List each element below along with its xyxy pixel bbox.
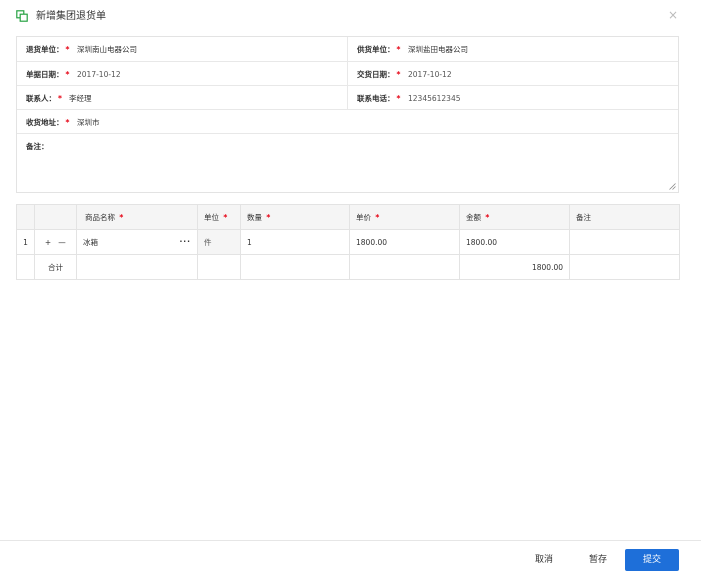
cancel-button[interactable]: 取消 [522,549,566,571]
form-row: 退货单位： * 深圳南山电器公司 供货单位： * 深圳盐田电器公司 [17,37,678,62]
required-mark: * [65,45,70,54]
header-form: 退货单位： * 深圳南山电器公司 供货单位： * 深圳盐田电器公司 单据日期： * 2… [16,36,679,193]
address-field[interactable]: 收货地址： * 深圳市 [17,110,678,133]
contact-field[interactable]: 联系人： * 李经理 [17,86,347,109]
required-mark: * [65,70,70,79]
return-unit-value[interactable]: 深圳南山电器公司 [77,45,137,55]
remark-field: 备注： [17,134,678,192]
unit-cell: 件 [197,229,241,255]
add-row-icon[interactable]: + [41,238,55,247]
total-amount: 1800.00 [459,254,570,280]
index-header [16,204,35,230]
copy-document-icon [16,10,28,22]
delivery-date-label: 交货日期： * [357,70,401,79]
total-qty-cell [240,254,350,280]
qty-cell[interactable]: 1 [240,229,350,255]
submit-button[interactable]: 提交 [625,549,679,571]
required-mark: * [375,212,380,222]
total-index-cell [16,254,35,280]
address-value[interactable]: 深圳市 [77,118,100,128]
remark-textarea[interactable] [77,138,673,182]
grid-header-row: 商品名称 * 单位 * 数量 * 单价 * 金额 * 备注 [16,204,680,230]
form-row: 联系人： * 李经理 联系电话： * 12345612345 [17,86,678,110]
address-label: 收货地址： * [26,118,70,127]
return-unit-label: 退货单位： * [26,45,70,54]
total-unit-cell [197,254,241,280]
supply-unit-value[interactable]: 深圳盐田电器公司 [408,45,468,55]
contact-value[interactable]: 李经理 [69,94,92,104]
required-mark: * [223,212,228,222]
save-draft-button[interactable]: 暂存 [576,549,620,571]
required-mark: * [396,94,401,103]
product-cell[interactable]: 冰箱 ··· [76,229,198,255]
required-mark: * [485,212,490,222]
remark-label: 备注： [26,142,49,151]
required-mark: * [396,45,401,54]
total-product-cell [76,254,198,280]
total-row: 合计 1800.00 [16,254,680,280]
table-row: 1 + — 冰箱 ··· 件 1 1800.00 1800.00 [16,229,680,255]
row-index: 1 [16,229,35,255]
note-header: 备注 [569,204,680,230]
resize-handle-icon[interactable] [669,183,676,190]
required-mark: * [266,212,271,222]
contact-label: 联系人： * [26,94,62,103]
required-mark: * [119,212,124,222]
dialog-footer: 取消 暂存 提交 [0,540,701,578]
total-label: 合计 [34,254,77,280]
amount-header: 金额 * [459,204,570,230]
dialog-header: 新增集团退货单 × [0,0,701,36]
doc-date-label: 单据日期： * [26,70,70,79]
unit-header: 单位 * [197,204,241,230]
supply-unit-field[interactable]: 供货单位： * 深圳盐田电器公司 [347,37,678,61]
required-mark: * [396,70,401,79]
amount-cell[interactable]: 1800.00 [459,229,570,255]
required-mark: * [58,94,62,103]
product-header: 商品名称 * [76,204,198,230]
tools-header [34,204,77,230]
total-note-cell [569,254,680,280]
form-row: 备注： [17,134,678,192]
phone-field[interactable]: 联系电话： * 12345612345 [347,86,678,109]
phone-value[interactable]: 12345612345 [408,94,461,104]
remove-row-icon[interactable]: — [55,238,69,247]
doc-date-value[interactable]: 2017-10-12 [77,70,121,80]
price-cell[interactable]: 1800.00 [349,229,460,255]
total-price-cell [349,254,460,280]
qty-header: 数量 * [240,204,350,230]
form-row: 单据日期： * 2017-10-12 交货日期： * 2017-10-12 [17,62,678,86]
close-icon[interactable]: × [666,8,680,22]
required-mark: * [65,118,70,127]
form-row: 收货地址： * 深圳市 [17,110,678,134]
delivery-date-field[interactable]: 交货日期： * 2017-10-12 [347,62,678,85]
product-grid: 商品名称 * 单位 * 数量 * 单价 * 金额 * 备注 1 + — 冰箱 ··… [16,204,680,280]
product-value: 冰箱 [83,237,98,247]
delivery-date-value[interactable]: 2017-10-12 [408,70,452,80]
phone-label: 联系电话： * [357,94,401,103]
more-options-icon[interactable]: ··· [179,237,191,246]
row-tools: + — [34,229,77,255]
doc-date-field[interactable]: 单据日期： * 2017-10-12 [17,62,347,85]
supply-unit-label: 供货单位： * [357,45,401,54]
price-header: 单价 * [349,204,460,230]
note-cell[interactable] [569,229,680,255]
dialog-title: 新增集团退货单 [36,11,106,22]
return-unit-field[interactable]: 退货单位： * 深圳南山电器公司 [17,37,347,61]
